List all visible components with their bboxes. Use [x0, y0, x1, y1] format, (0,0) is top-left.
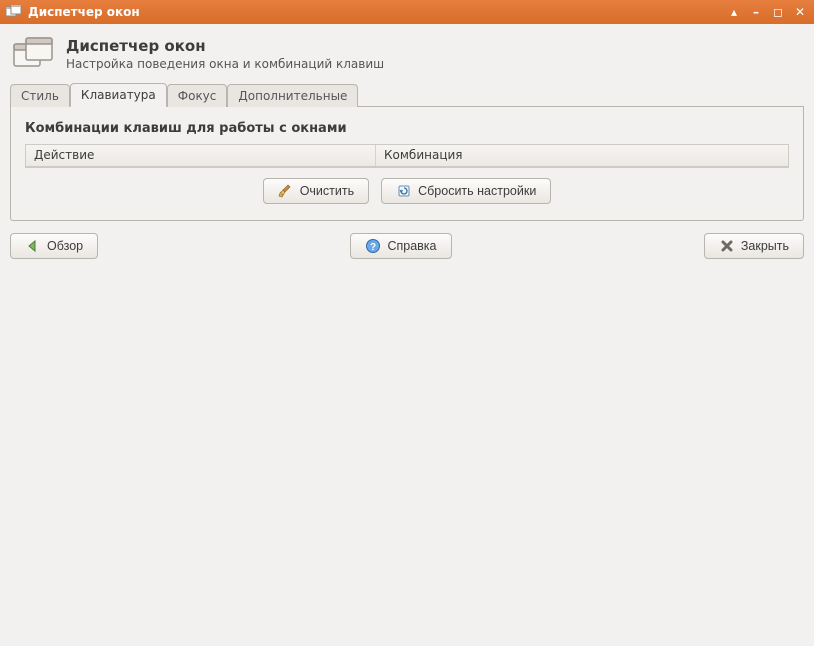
tab-3[interactable]: Дополнительные [227, 84, 358, 107]
reset-label: Сбросить настройки [418, 184, 536, 198]
back-icon [25, 238, 41, 254]
close-window-button[interactable]: ✕ [792, 4, 808, 20]
column-action[interactable]: Действие [26, 145, 376, 166]
help-button[interactable]: ? Справка [350, 233, 451, 259]
clear-button[interactable]: Очистить [263, 178, 369, 204]
page-title: Диспетчер окон [66, 37, 384, 55]
maximize-button[interactable]: ◻ [770, 4, 786, 20]
clear-label: Очистить [300, 184, 354, 198]
titlebar[interactable]: Диспетчер окон ▴ – ◻ ✕ [0, 0, 814, 24]
dialog-footer: Обзор ? Справка Закрыть [10, 221, 804, 259]
svg-text:?: ? [370, 242, 376, 253]
tabs: СтильКлавиатураФокусДополнительные Комби… [10, 82, 804, 221]
tab-2[interactable]: Фокус [167, 84, 228, 107]
rollup-button[interactable]: ▴ [726, 4, 742, 20]
overview-button[interactable]: Обзор [10, 233, 98, 259]
page-subtitle: Настройка поведения окна и комбинаций кл… [66, 57, 384, 71]
minimize-button[interactable]: – [748, 4, 764, 20]
broom-icon [278, 183, 294, 199]
help-icon: ? [365, 238, 381, 254]
section-title: Комбинации клавиш для работы с окнами [25, 121, 789, 136]
reset-icon [396, 183, 412, 199]
close-icon [719, 238, 735, 254]
help-label: Справка [387, 239, 436, 253]
reset-button[interactable]: Сбросить настройки [381, 178, 551, 204]
tab-0[interactable]: Стиль [10, 84, 70, 107]
content-area: Диспетчер окон Настройка поведения окна … [0, 24, 814, 646]
header: Диспетчер окон Настройка поведения окна … [10, 32, 804, 82]
table-header: Действие Комбинация [26, 145, 788, 167]
overview-label: Обзор [47, 239, 83, 253]
header-icon [12, 36, 56, 72]
tab-1[interactable]: Клавиатура [70, 83, 167, 107]
close-button[interactable]: Закрыть [704, 233, 804, 259]
app-icon [6, 5, 22, 19]
close-label: Закрыть [741, 239, 789, 253]
table-actions: Очистить Сбросить настройки [25, 168, 789, 206]
shortcuts-table: Действие Комбинация СправаRightОтменитьE… [25, 144, 789, 168]
window-title: Диспетчер окон [28, 5, 720, 19]
column-combination[interactable]: Комбинация [376, 145, 788, 166]
tab-panel-keyboard: Комбинации клавиш для работы с окнами Де… [10, 107, 804, 221]
